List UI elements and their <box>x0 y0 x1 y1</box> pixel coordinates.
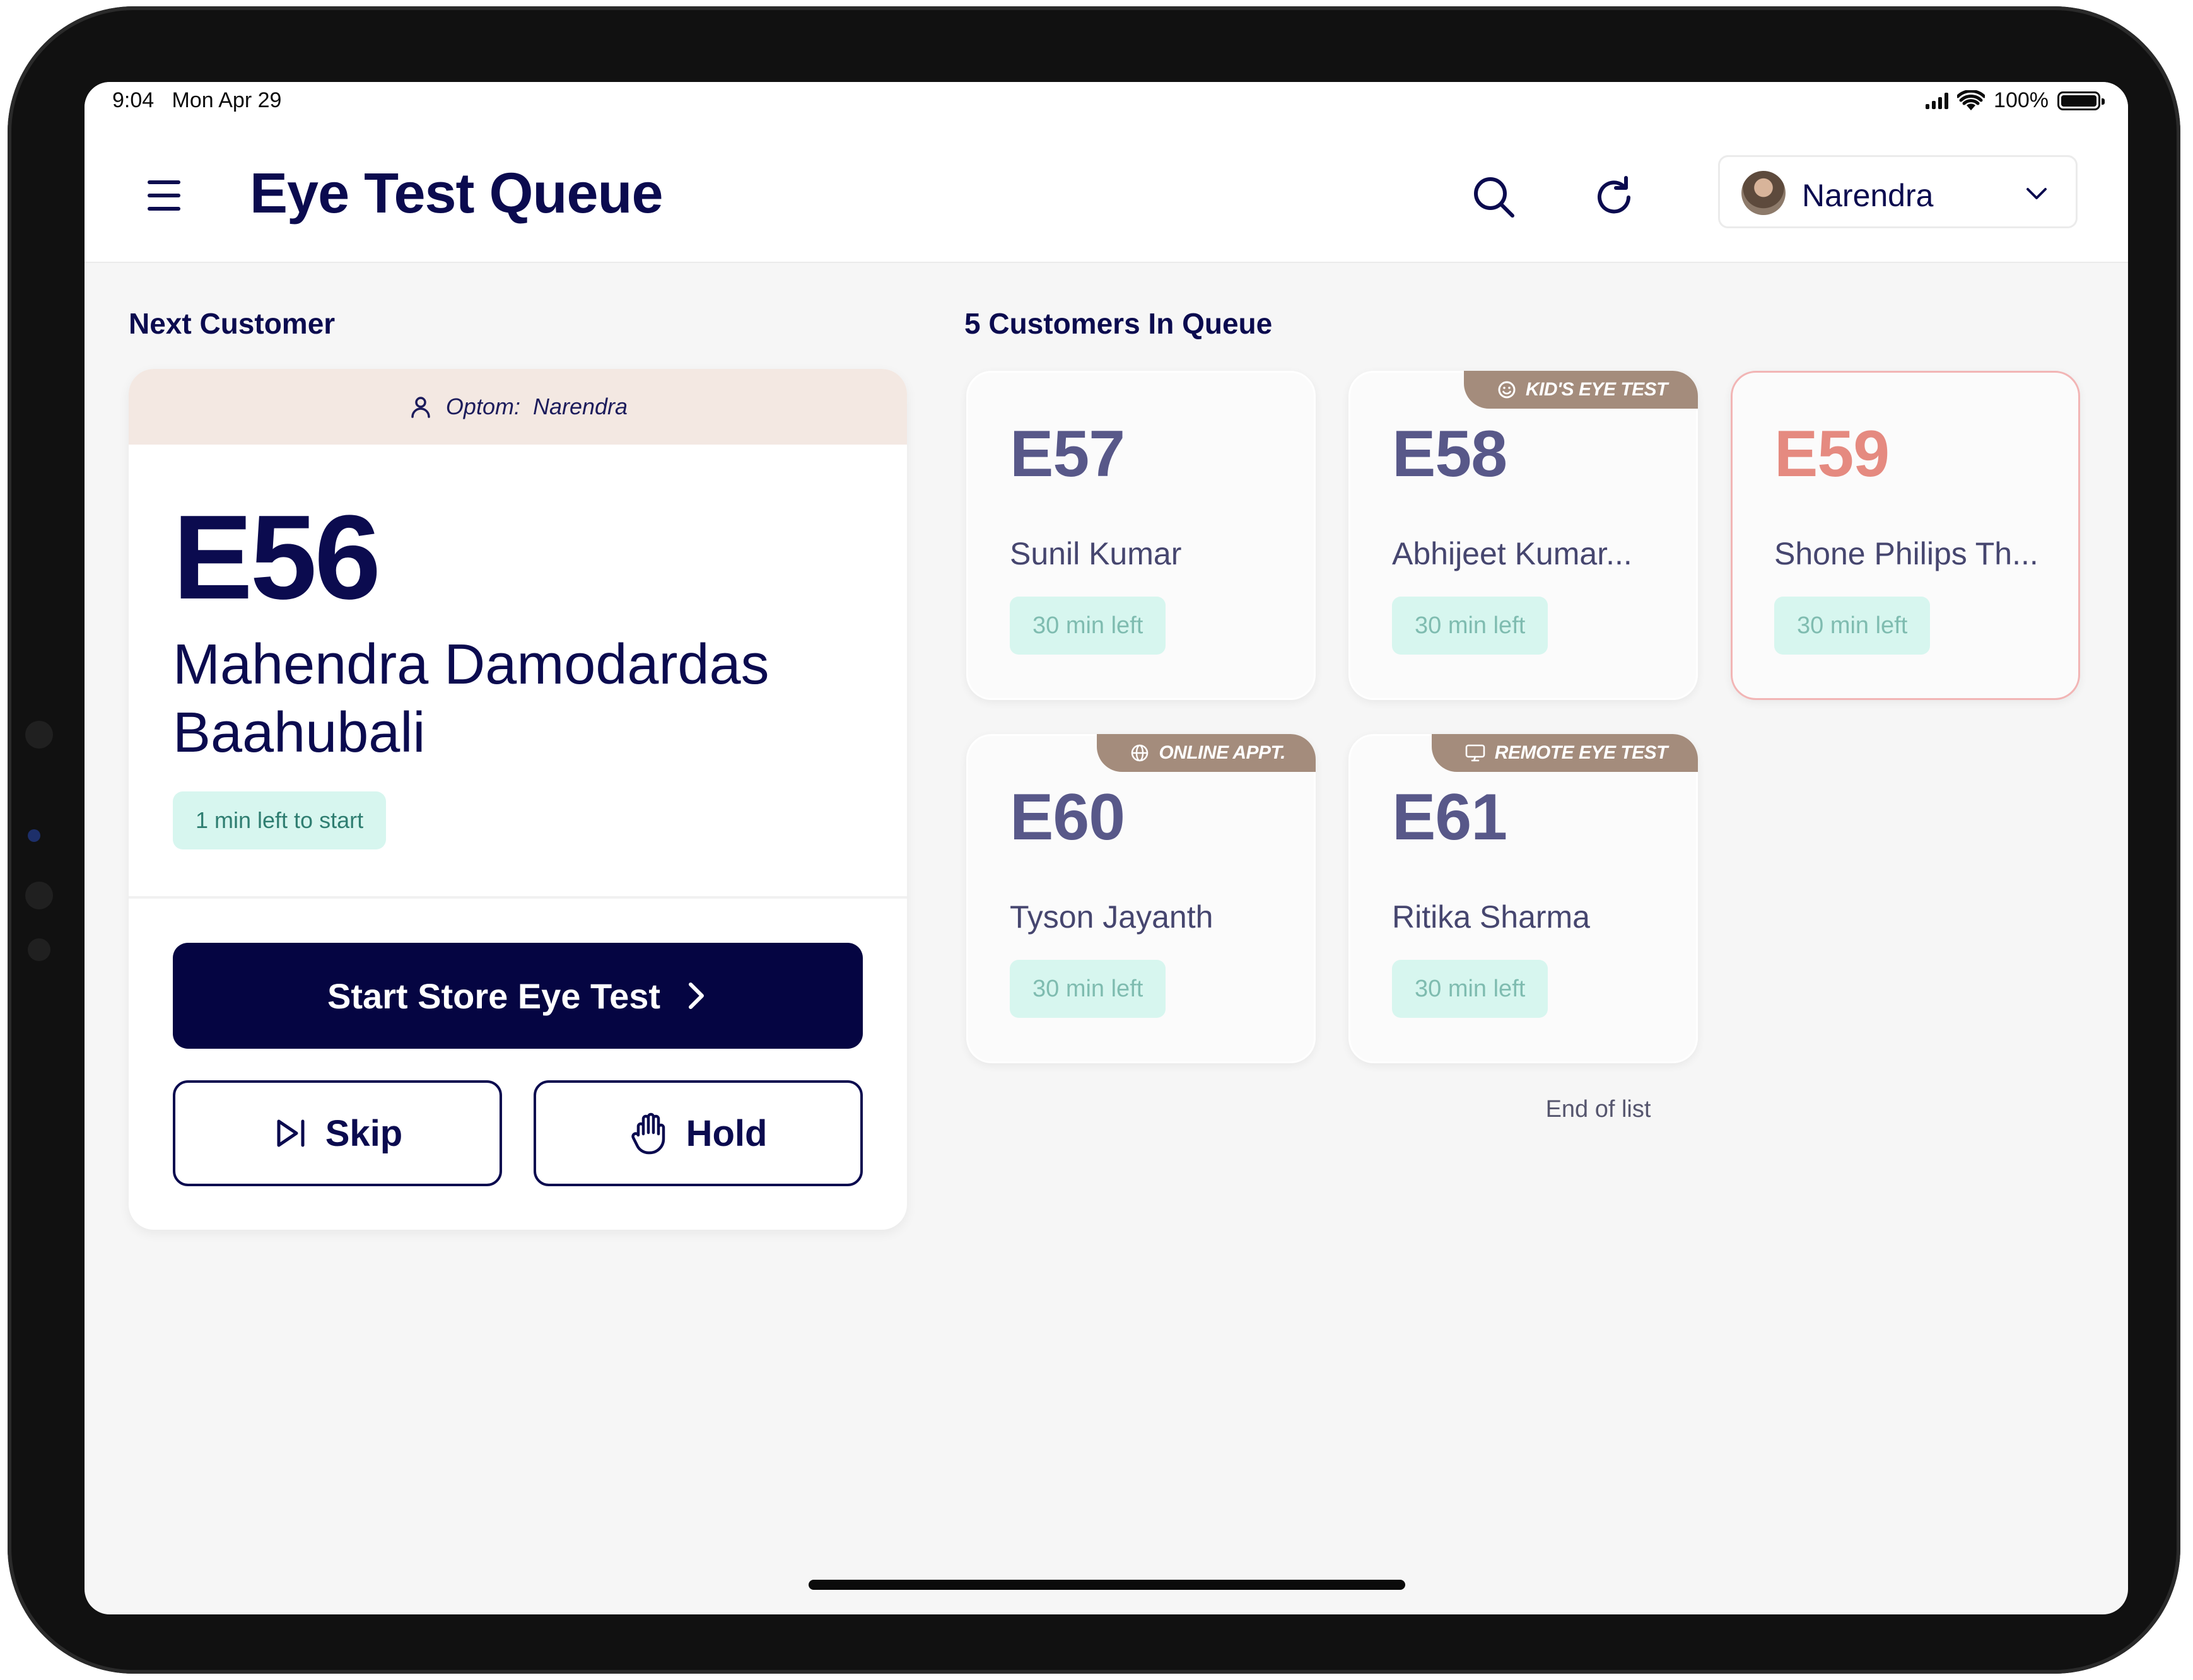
next-customer-card: Optom: Narendra E56 Mahendra Damodardas … <box>129 369 907 1230</box>
camera-dot <box>25 721 53 749</box>
refresh-icon <box>1598 176 1630 214</box>
queue-card-e60[interactable]: ONLINE APPT. E60 Tyson Jayanth 30 min le… <box>966 734 1316 1063</box>
status-bar: 9:04 Mon Apr 29 100% <box>85 82 2128 132</box>
sensor-dot <box>25 882 53 909</box>
kids-eye-test-tag: KID'S EYE TEST <box>1463 371 1698 409</box>
start-eye-test-button[interactable]: Start Store Eye Test <box>173 943 863 1049</box>
app-header: Eye Test Queue Narendra <box>85 132 2128 263</box>
date: Mon Apr 29 <box>172 88 282 112</box>
next-customer-title: Next Customer <box>129 307 336 340</box>
time-left-badge: 30 min left <box>1392 960 1548 1018</box>
optom-label: Optom: <box>445 394 520 419</box>
tag-label: KID'S EYE TEST <box>1525 379 1668 400</box>
tag-label: ONLINE APPT. <box>1159 742 1285 763</box>
queue-token: E57 <box>1010 417 1125 491</box>
divider <box>129 896 907 899</box>
queue-token: E61 <box>1392 781 1507 854</box>
chevron-right-icon <box>689 983 705 1009</box>
chevron-down-icon <box>2026 188 2047 199</box>
next-token: E56 <box>173 491 381 624</box>
sensor-dot <box>28 829 40 842</box>
queue-customer-name: Ritika Sharma <box>1392 899 1590 935</box>
monitor-icon <box>1465 744 1485 762</box>
queue-customer-name: Shone Philips Th... <box>1774 536 2038 571</box>
hand-icon <box>631 1112 665 1155</box>
queue-token: E59 <box>1774 417 1890 491</box>
user-name: Narendra <box>1802 178 1934 213</box>
tablet-frame: 9:04 Mon Apr 29 100% Eye Test Queue Nare… <box>8 6 2180 1674</box>
queue-token: E58 <box>1392 417 1507 491</box>
search-icon <box>1474 177 1514 218</box>
time-left-badge: 30 min left <box>1010 960 1166 1018</box>
home-indicator[interactable] <box>809 1580 1405 1590</box>
time-left-badge: 30 min left <box>1010 597 1166 655</box>
hold-button[interactable]: Hold <box>534 1080 863 1186</box>
remote-eye-test-tag: REMOTE EYE TEST <box>1431 734 1698 772</box>
time-left-badge: 30 min left <box>1392 597 1548 655</box>
optom-bar: Optom: Narendra <box>129 369 907 445</box>
avatar <box>1741 171 1786 215</box>
page-title: Eye Test Queue <box>250 162 664 225</box>
tag-label: REMOTE EYE TEST <box>1494 742 1668 763</box>
smiley-icon <box>1498 381 1516 399</box>
user-dropdown[interactable]: Narendra <box>1718 155 2078 228</box>
globe-icon <box>1132 744 1149 762</box>
optom-name: Narendra <box>532 394 628 419</box>
online-appt-tag: ONLINE APPT. <box>1097 734 1316 772</box>
queue-card-e59[interactable]: E59 Shone Philips Th... 30 min left <box>1731 371 2080 700</box>
clock: 9:04 <box>112 88 155 112</box>
queue-customer-name: Sunil Kumar <box>1010 536 1182 571</box>
start-button-label: Start Store Eye Test <box>327 976 661 1016</box>
queue-token: E60 <box>1010 781 1125 854</box>
status-indicators: 100% <box>1926 88 2105 113</box>
wifi-icon <box>1957 90 1985 110</box>
sensor-dot <box>28 938 50 961</box>
queue-card-e61[interactable]: REMOTE EYE TEST E61 Ritika Sharma 30 min… <box>1348 734 1698 1063</box>
skip-icon <box>277 1119 305 1147</box>
queue-customer-name: Tyson Jayanth <box>1010 899 1213 935</box>
queue-customer-name: Abhijeet Kumar... <box>1392 536 1632 571</box>
next-customer-name: Mahendra Damodardas Baahubali <box>173 633 769 764</box>
cellular-signal-icon <box>1926 92 1949 109</box>
end-of-list-text: End of list <box>1545 1096 1651 1123</box>
skip-label: Skip <box>325 1112 403 1154</box>
menu-icon[interactable] <box>145 177 183 214</box>
skip-button[interactable]: Skip <box>173 1080 502 1186</box>
user-icon <box>411 397 430 418</box>
hold-label: Hold <box>686 1112 768 1154</box>
queue-card-e57[interactable]: E57 Sunil Kumar 30 min left <box>966 371 1316 700</box>
refresh-button[interactable] <box>1586 169 1642 226</box>
battery-percent: 100% <box>1994 88 2049 112</box>
queue-card-e58[interactable]: KID'S EYE TEST E58 Abhijeet Kumar... 30 … <box>1348 371 1698 700</box>
time-left-badge: 30 min left <box>1774 597 1931 655</box>
time-left-badge: 1 min left to start <box>173 791 387 849</box>
queue-title: 5 Customers In Queue <box>964 307 1273 340</box>
search-button[interactable] <box>1466 169 1523 226</box>
app-screen: 9:04 Mon Apr 29 100% Eye Test Queue Nare… <box>85 82 2128 1614</box>
battery-icon <box>2057 91 2105 110</box>
status-time: 9:04 Mon Apr 29 <box>112 88 281 113</box>
